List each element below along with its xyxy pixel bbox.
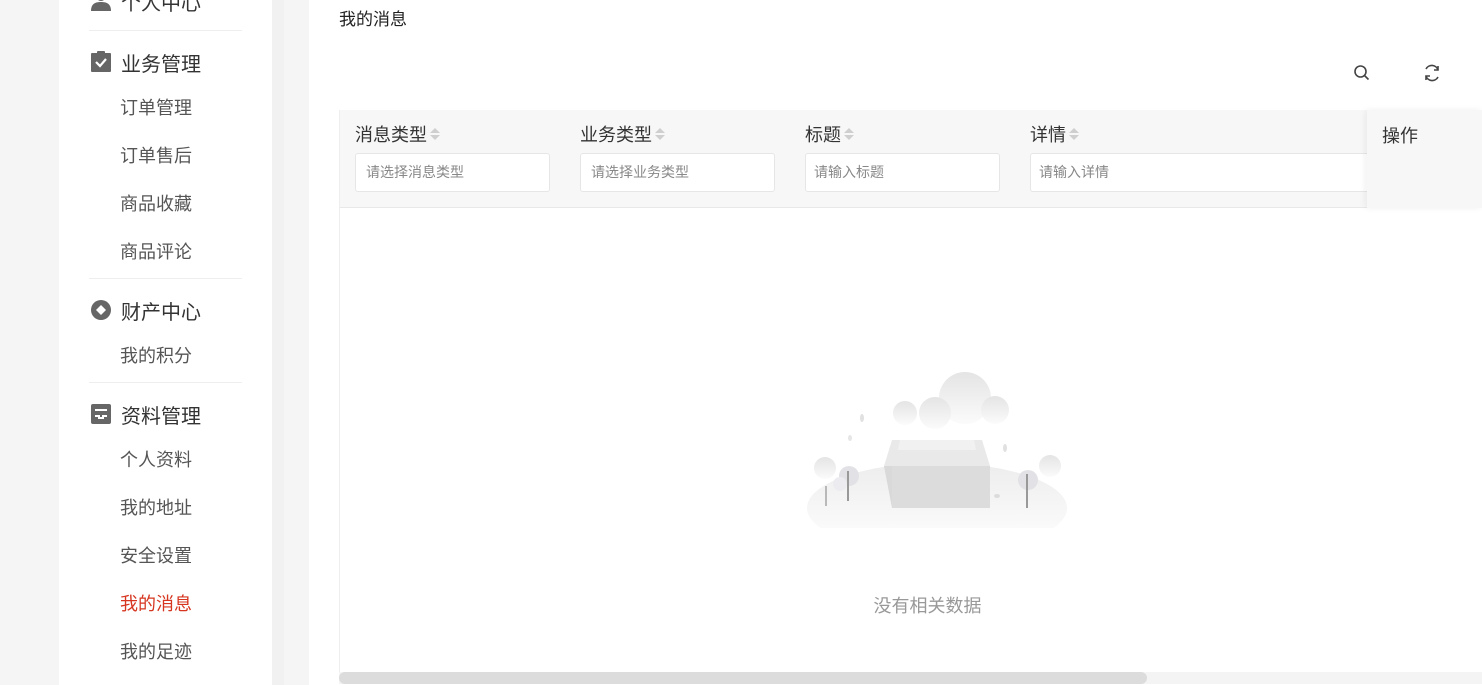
table-header: 消息类型 业务类型 标题 详 (340, 110, 1482, 208)
sidebar-item-address[interactable]: 我的地址 (89, 485, 242, 533)
search-button[interactable] (1349, 62, 1375, 88)
search-icon (1353, 64, 1371, 86)
sidebar-item-reviews[interactable]: 商品评论 (89, 229, 242, 277)
column-label: 详情 (1030, 125, 1066, 146)
sidebar-group-business: 业务管理 订单管理 订单售后 商品收藏 商品评论 (89, 31, 242, 279)
sidebar-header-profile[interactable]: 资料管理 (89, 383, 242, 445)
user-icon (90, 0, 112, 12)
empty-box-illustration (807, 372, 1067, 528)
sort-icon[interactable] (430, 128, 440, 140)
sidebar-item-orders[interactable]: 订单管理 (89, 85, 242, 133)
column-label: 业务类型 (580, 125, 652, 146)
sort-icon[interactable] (844, 128, 854, 140)
sidebar-header-label: 个人中心 (121, 0, 201, 15)
column-detail: 详情 (1030, 122, 1370, 192)
sidebar-header-label: 资料管理 (121, 403, 201, 428)
sort-icon[interactable] (655, 128, 665, 140)
sidebar-header-assets[interactable]: 财产中心 (89, 279, 242, 341)
sidebar-item-messages[interactable]: 我的消息 (89, 581, 242, 629)
horizontal-scrollbar[interactable] (339, 672, 1482, 684)
column-actions: 操作 (1367, 110, 1482, 208)
refresh-button[interactable] (1419, 62, 1445, 88)
column-label: 标题 (805, 125, 841, 146)
sidebar-item-favorites[interactable]: 商品收藏 (89, 181, 242, 229)
messages-table: 消息类型 业务类型 标题 详 (339, 110, 1482, 675)
empty-state: 没有相关数据 (340, 208, 1482, 675)
sidebar-item-profile[interactable]: 个人资料 (89, 437, 242, 485)
sidebar-header-personal[interactable]: 个人中心 (89, 0, 242, 30)
refresh-icon (1422, 63, 1442, 87)
sidebar-group-assets: 财产中心 我的积分 (89, 279, 242, 383)
scrollbar-thumb[interactable] (339, 672, 1147, 684)
sidebar-group-personal: 个人中心 (89, 0, 242, 31)
title-filter[interactable] (805, 153, 1000, 192)
business-type-filter[interactable] (580, 153, 775, 192)
diamond-badge-icon (90, 299, 112, 321)
message-type-filter[interactable] (355, 153, 550, 192)
empty-message: 没有相关数据 (873, 596, 982, 617)
column-title: 标题 (805, 122, 1000, 192)
archive-icon (90, 403, 112, 425)
sidebar-item-footprints[interactable]: 我的足迹 (89, 629, 242, 677)
sidebar-item-points[interactable]: 我的积分 (89, 333, 242, 381)
column-label: 操作 (1382, 126, 1418, 147)
column-label: 消息类型 (355, 125, 427, 146)
sidebar-group-profile: 资料管理 个人资料 我的地址 安全设置 我的消息 我的足迹 (89, 383, 242, 678)
page-title: 我的消息 (339, 10, 407, 30)
detail-filter[interactable] (1030, 153, 1370, 192)
layout-gutter (272, 0, 284, 685)
sidebar-header-business[interactable]: 业务管理 (89, 31, 242, 93)
clipboard-check-icon (90, 51, 112, 73)
sidebar-header-label: 财产中心 (121, 299, 201, 324)
sort-icon[interactable] (1069, 128, 1079, 140)
sidebar-item-after-sales[interactable]: 订单售后 (89, 133, 242, 181)
sidebar-header-label: 业务管理 (121, 51, 201, 76)
sidebar: 个人中心 业务管理 订单管理 订单售后 商品收藏 商品评论 财产中心 我的积分 (59, 0, 272, 685)
sidebar-item-security[interactable]: 安全设置 (89, 533, 242, 581)
column-message-type: 消息类型 (355, 122, 550, 192)
main-panel: 我的消息 消息类型 业务类型 (309, 0, 1482, 685)
column-business-type: 业务类型 (580, 122, 775, 192)
